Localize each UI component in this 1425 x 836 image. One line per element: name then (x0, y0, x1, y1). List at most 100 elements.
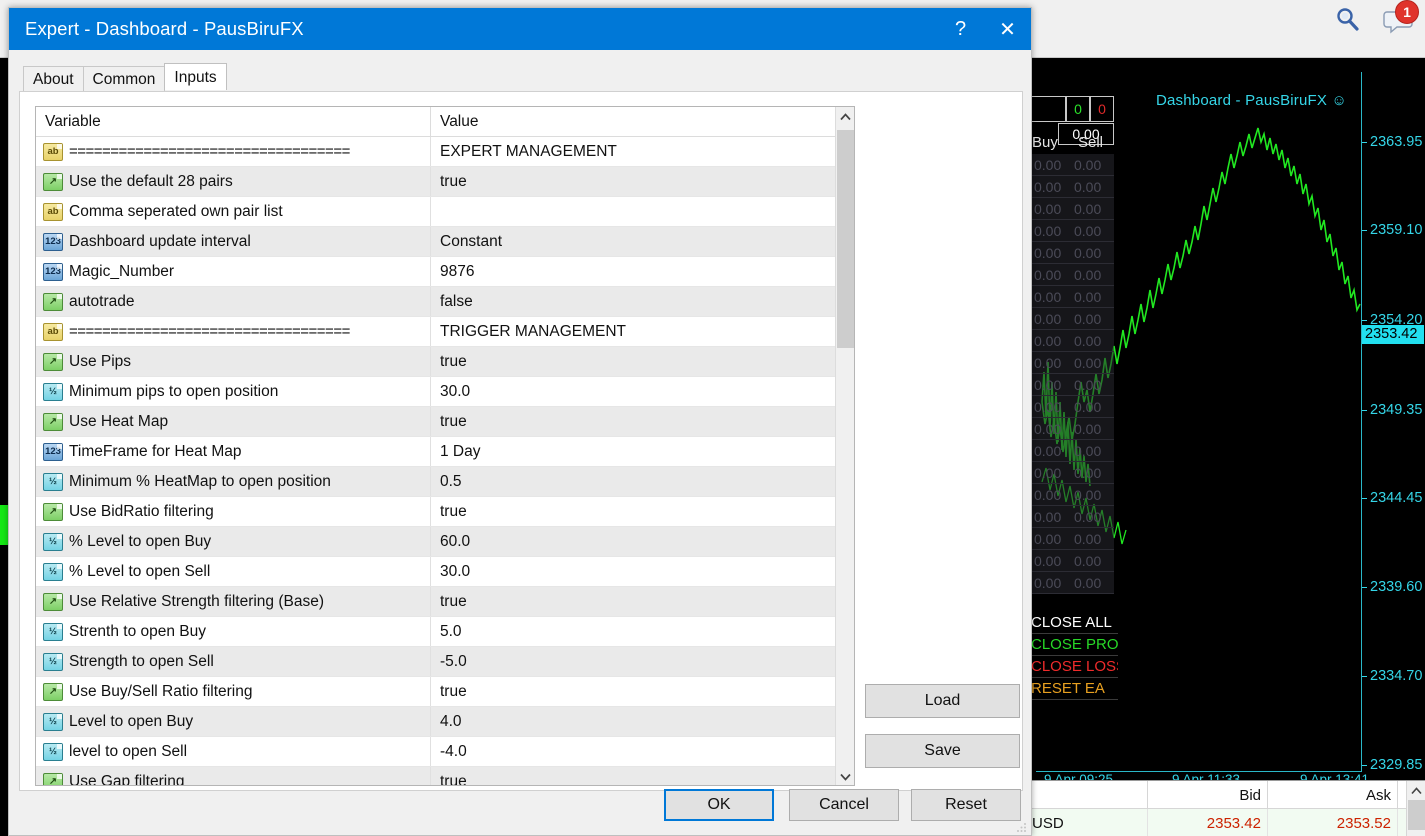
scrollbar-thumb[interactable] (1408, 800, 1425, 830)
dashboard-row: 0.00 0.00 (1030, 242, 1114, 264)
grid-cell-value[interactable]: 30.0 (431, 557, 837, 586)
grid-cell-value[interactable]: 9876 (431, 257, 837, 286)
load-save-buttons[interactable]: Load Save (865, 684, 1020, 784)
grid-row[interactable]: ½ Strength to open Sell -5.0 (36, 647, 837, 677)
grid-row[interactable]: ↗ Use Relative Strength filtering (Base) t… (36, 587, 837, 617)
grid-cell-value[interactable]: 0.5 (431, 467, 837, 496)
tab-inputs[interactable]: Inputs (164, 63, 227, 90)
grid-cell-value[interactable]: true (431, 497, 837, 526)
dashboard-row-sell-value: 0.00 (1074, 156, 1102, 173)
dashboard-row-sell-value: 0.00 (1074, 530, 1102, 547)
grid-row[interactable]: ab Comma seperated own pair list (36, 197, 837, 227)
grid-row[interactable]: 123 TimeFrame for Heat Map 1 Day (36, 437, 837, 467)
grid-cell-value[interactable]: 4.0 (431, 707, 837, 736)
grid-cell-value[interactable]: 1 Day (431, 437, 837, 466)
dialog-titlebar[interactable]: Expert - Dashboard - PausBiruFX ? ✕ (9, 8, 1031, 50)
grid-scrollbar-track[interactable] (836, 126, 854, 767)
grid-cell-value[interactable]: true (431, 587, 837, 616)
grid-cell-value[interactable]: 30.0 (431, 377, 837, 406)
tab-strip[interactable]: About Common Inputs (9, 63, 1031, 91)
dashboard-row: 0.00 0.00 (1030, 572, 1114, 594)
grid-cell-value[interactable]: true (431, 407, 837, 436)
grid-row[interactable]: ↗ autotrade false (36, 287, 837, 317)
market-watch-panel[interactable]: Bid Ask USD 2353.42 2353.52 (1028, 780, 1425, 836)
time-axis-tick: 9 Apr 09:25 (1044, 772, 1114, 780)
grid-cell-value[interactable]: true (431, 347, 837, 376)
search-icon[interactable] (1331, 4, 1365, 38)
scroll-down-icon[interactable] (836, 767, 854, 785)
dashboard-close-loss-button[interactable]: CLOSE LOSS (1030, 656, 1118, 678)
dashboard-row-buy-value: 0.00 (1034, 552, 1062, 569)
grid-cell-value[interactable]: 60.0 (431, 527, 837, 556)
grid-row[interactable]: ↗ Use BidRatio filtering true (36, 497, 837, 527)
reset-button[interactable]: Reset (911, 789, 1021, 821)
grid-cell-value[interactable]: EXPERT MANAGEMENT (431, 137, 837, 166)
grid-scrollbar[interactable] (835, 107, 854, 785)
icon-corner-fold (57, 233, 62, 239)
bool-type-icon: ↗ (43, 682, 63, 701)
icon-corner-fold (57, 353, 62, 359)
grid-scrollbar-thumb[interactable] (837, 130, 854, 348)
scroll-up-icon[interactable] (1407, 781, 1425, 800)
grid-cell-value[interactable]: false (431, 287, 837, 316)
grid-row[interactable]: 123 Dashboard update interval Constant (36, 227, 837, 257)
dashboard-reset-ea-button[interactable]: RESET EA (1030, 678, 1118, 700)
chart-panel[interactable]: Dashboard - PausBiruFX ☺ 0 0 0.00 Buy Se… (1028, 58, 1425, 780)
grid-cell-value[interactable] (431, 197, 837, 226)
icon-corner-fold (57, 683, 62, 689)
grid-row[interactable]: ½ Minimum pips to open position 30.0 (36, 377, 837, 407)
dialog-title: Expert - Dashboard - PausBiruFX (25, 18, 304, 39)
dashboard-close-all-button[interactable]: CLOSE ALL (1030, 612, 1118, 634)
dashboard-overlay[interactable]: 0 0 0.00 Buy Sell 0.00 0.00 0.00 0.00 0.00 0.… (1030, 96, 1114, 616)
dashboard-row: 0.00 0.00 (1030, 418, 1114, 440)
dashboard-buy-label: Buy (1032, 134, 1058, 151)
scroll-up-icon[interactable] (836, 107, 854, 126)
market-watch-row[interactable]: USD 2353.42 2353.52 (1028, 809, 1425, 836)
cancel-button[interactable]: Cancel (789, 789, 899, 821)
save-button[interactable]: Save (865, 734, 1020, 768)
grid-row[interactable]: ↗ Use the default 28 pairs true (36, 167, 837, 197)
dashboard-row: 0.00 0.00 (1030, 462, 1114, 484)
grid-cell-value[interactable]: Constant (431, 227, 837, 256)
grid-row[interactable]: ↗ Use Heat Map true (36, 407, 837, 437)
close-button[interactable]: ✕ (984, 8, 1031, 50)
grid-variable-label: Dashboard update interval (69, 232, 251, 250)
grid-row[interactable]: ↗ Use Gap filtering true (36, 767, 837, 786)
grid-row[interactable]: ½ level to open Sell -4.0 (36, 737, 837, 767)
market-watch-scrollbar[interactable] (1406, 781, 1425, 836)
grid-cell-value[interactable]: -4.0 (431, 737, 837, 766)
grid-row[interactable]: ↗ Use Buy/Sell Ratio filtering true (36, 677, 837, 707)
grid-row[interactable]: ab ================================== TRIG… (36, 317, 837, 347)
chart-canvas[interactable]: Dashboard - PausBiruFX ☺ 0 0 0.00 Buy Se… (1028, 72, 1425, 780)
grid-cell-value[interactable]: true (431, 167, 837, 196)
grid-cell-value[interactable]: -5.0 (431, 647, 837, 676)
help-button[interactable]: ? (937, 8, 984, 50)
chat-icon[interactable]: 1 (1381, 0, 1419, 38)
grid-row[interactable]: ↗ Use Pips true (36, 347, 837, 377)
grid-cell-value[interactable]: true (431, 767, 837, 786)
inputs-grid[interactable]: Variable Value ab =======================… (35, 106, 855, 786)
grid-variable-label: Use Gap filtering (69, 772, 185, 786)
tab-common[interactable]: Common (82, 66, 166, 91)
grid-row[interactable]: ½ % Level to open Buy 60.0 (36, 527, 837, 557)
price-axis-tick: 2339.60 (1361, 579, 1423, 595)
grid-row[interactable]: 123 Magic_Number 9876 (36, 257, 837, 287)
dashboard-action-buttons[interactable]: CLOSE ALLCLOSE PROFCLOSE LOSSRESET EA (1030, 612, 1118, 700)
load-button[interactable]: Load (865, 684, 1020, 718)
grid-cell-value[interactable]: TRIGGER MANAGEMENT (431, 317, 837, 346)
ok-button[interactable]: OK (664, 789, 774, 821)
grid-cell-value[interactable]: true (431, 677, 837, 706)
grid-cell-value[interactable]: 5.0 (431, 617, 837, 646)
grid-row[interactable]: ab ================================== EXPE… (36, 137, 837, 167)
grid-body[interactable]: ab ================================== EXPE… (36, 137, 837, 786)
dashboard-row: 0.00 0.00 (1030, 176, 1114, 198)
grid-row[interactable]: ½ Strenth to open Buy 5.0 (36, 617, 837, 647)
grid-row[interactable]: ½ Level to open Buy 4.0 (36, 707, 837, 737)
dashboard-close-prof-button[interactable]: CLOSE PROF (1030, 634, 1118, 656)
int-type-icon: 123 (43, 262, 63, 281)
grid-row[interactable]: ½ Minimum % HeatMap to open position 0.5 (36, 467, 837, 497)
resize-grip-icon[interactable] (1016, 821, 1028, 833)
grid-row[interactable]: ½ % Level to open Sell 30.0 (36, 557, 837, 587)
tab-about[interactable]: About (23, 66, 84, 91)
int-type-icon: 123 (43, 232, 63, 251)
